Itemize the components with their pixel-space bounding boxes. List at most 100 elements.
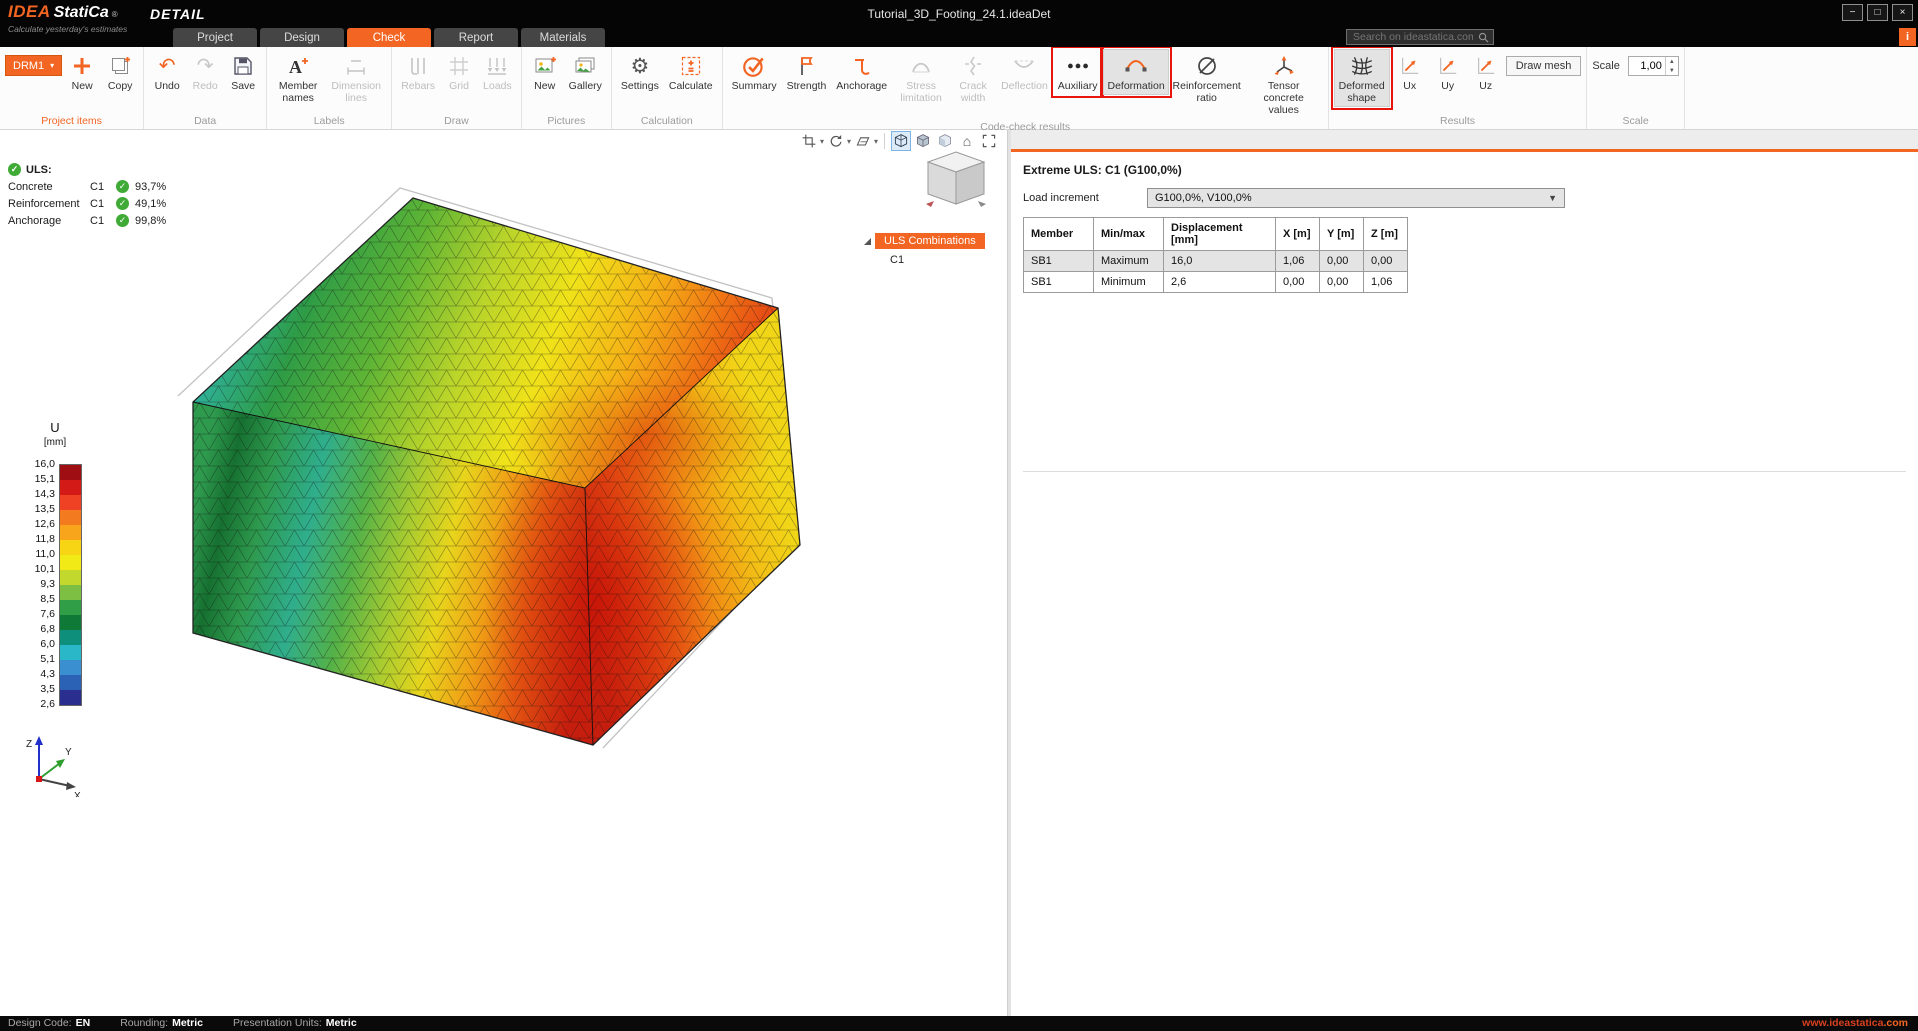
crack-width-button[interactable]: Crack width <box>951 49 995 107</box>
legend-tick-label: 15,1 <box>28 472 55 487</box>
tab-project[interactable]: Project <box>173 28 257 47</box>
uy-button[interactable]: Uy <box>1430 49 1466 95</box>
ribbon-group-label: Code-check results <box>728 119 1323 135</box>
dimension-lines-button[interactable]: Dimension lines <box>326 49 386 107</box>
combination-group-selected[interactable]: ULS Combinations <box>875 233 985 249</box>
scale-label: Scale <box>1592 56 1620 76</box>
deformed-footing-model[interactable] <box>0 130 1007 1016</box>
button-label: Crack width <box>955 80 991 104</box>
scale-stepper[interactable]: ▲ ▼ <box>1628 56 1679 76</box>
ribbon-group-label: Project items <box>5 113 138 129</box>
table-row[interactable]: SB1 Minimum 2,6 0,00 0,00 1,06 <box>1024 272 1408 293</box>
tab-check[interactable]: Check <box>347 28 431 47</box>
save-button[interactable]: Save <box>225 49 261 95</box>
check-ok-icon: ✓ <box>116 180 129 193</box>
deformation-button[interactable]: Deformation <box>1103 49 1168 95</box>
button-label: Gallery <box>569 80 602 92</box>
website-link[interactable]: www.ideastatica.com <box>1802 1016 1908 1031</box>
grid-icon <box>446 53 472 79</box>
undo-button[interactable]: ↶ Undo <box>149 49 185 95</box>
search-box[interactable] <box>1346 29 1494 45</box>
uy-arrow-icon <box>1435 53 1461 79</box>
info-button[interactable]: i <box>1899 28 1916 46</box>
tab-design[interactable]: Design <box>260 28 344 47</box>
button-label: Anchorage <box>836 80 887 92</box>
table-header-row: Member Min/max Displacement [mm] X [m] Y… <box>1024 218 1408 251</box>
strength-button[interactable]: Strength <box>783 49 831 95</box>
uz-button[interactable]: Uz <box>1468 49 1504 95</box>
fe-mesh-overlay <box>193 198 800 745</box>
member-names-button[interactable]: A Member names <box>272 49 324 107</box>
load-increment-dropdown[interactable]: G100,0%, V100,0% ▼ <box>1147 188 1565 208</box>
button-label: Save <box>231 80 255 92</box>
cube-axis-arrow <box>926 201 934 207</box>
new-picture-button[interactable]: New <box>527 49 563 95</box>
legend-bar <box>59 464 82 706</box>
deflection-button[interactable]: Deflection <box>997 49 1052 95</box>
summary-button[interactable]: Summary <box>728 49 781 95</box>
button-label: Tensor concrete values <box>1249 80 1319 116</box>
cell-minmax: Maximum <box>1094 251 1164 272</box>
combination-item-c1[interactable]: C1 <box>890 254 985 266</box>
button-label: Auxiliary <box>1058 80 1098 92</box>
redo-button[interactable]: ↷ Redo <box>187 49 223 95</box>
spin-down-icon[interactable]: ▼ <box>1666 66 1678 75</box>
spin-up-icon[interactable]: ▲ <box>1666 57 1678 66</box>
ribbon-group-label: Data <box>149 113 261 129</box>
rebars-button[interactable]: Rebars <box>397 49 439 95</box>
button-label: Copy <box>108 80 133 92</box>
maximize-button[interactable]: □ <box>1867 4 1888 21</box>
copy-project-item-button[interactable]: Copy <box>102 49 138 95</box>
chevron-down-icon[interactable]: ▾ <box>820 137 824 146</box>
button-label: Uy <box>1441 80 1454 92</box>
button-label: Redo <box>193 80 218 92</box>
minimize-button[interactable]: − <box>1842 4 1863 21</box>
table-row[interactable]: SB1 Maximum 16,0 1,06 0,00 0,00 <box>1024 251 1408 272</box>
axis-x-label: X <box>74 791 81 797</box>
cell-displacement: 2,6 <box>1164 272 1276 293</box>
auxiliary-button[interactable]: Auxiliary <box>1054 49 1102 95</box>
ribbon-group-calculation: ⚙ Settings Calculate Calculation <box>612 47 723 129</box>
tab-materials[interactable]: Materials <box>521 28 605 47</box>
close-button[interactable]: × <box>1892 4 1913 21</box>
loads-button[interactable]: Loads <box>479 49 516 95</box>
new-picture-icon <box>532 53 558 79</box>
tree-expander-icon[interactable] <box>864 238 871 245</box>
deformed-shape-button[interactable]: Deformed shape <box>1334 49 1390 107</box>
tab-report[interactable]: Report <box>434 28 518 47</box>
stress-limitation-button[interactable]: Stress limitation <box>893 49 949 107</box>
maximize-icon: □ <box>1874 7 1880 18</box>
ux-button[interactable]: Ux <box>1392 49 1428 95</box>
anchorage-hook-icon <box>849 53 875 79</box>
button-label: Dimension lines <box>330 80 382 104</box>
grid-button[interactable]: Grid <box>441 49 477 95</box>
strength-flag-icon <box>793 53 819 79</box>
col-header-minmax: Min/max <box>1094 218 1164 251</box>
gallery-button[interactable]: Gallery <box>565 49 606 95</box>
ribbon-group-pictures: New Gallery Pictures <box>522 47 612 129</box>
model-viewport[interactable]: ▾ ▾ ▾ ⌂ ✓ ULS: Concrete C1 ✓ 93,7% <box>0 130 1007 1016</box>
reinforcement-ratio-button[interactable]: Reinforcement ratio <box>1171 49 1243 107</box>
new-project-item-button[interactable]: New <box>64 49 100 95</box>
calculate-button[interactable]: Calculate <box>665 49 717 95</box>
chevron-down-icon[interactable]: ▾ <box>847 137 851 146</box>
anchorage-button[interactable]: Anchorage <box>832 49 891 95</box>
chevron-down-icon[interactable]: ▾ <box>874 137 878 146</box>
result-color-legend: U [mm] 16,015,114,313,512,611,811,010,19… <box>28 420 82 719</box>
crack-width-icon <box>960 53 986 79</box>
navigation-cube[interactable] <box>920 146 992 214</box>
status-value: EN <box>76 1016 91 1031</box>
website-suffix: .com <box>1883 1017 1908 1029</box>
tensor-concrete-values-button[interactable]: Tensor concrete values <box>1245 49 1323 119</box>
status-label: Design Code: <box>8 1016 72 1031</box>
project-item-selector[interactable]: DRM1 ▾ <box>5 55 62 76</box>
cell-x: 1,06 <box>1276 251 1320 272</box>
settings-button[interactable]: ⚙ Settings <box>617 49 663 95</box>
load-increment-label: Load increment <box>1023 192 1147 204</box>
project-item-selector-label: DRM1 <box>13 60 44 72</box>
button-label: Member names <box>276 80 320 104</box>
scale-input[interactable] <box>1629 57 1665 75</box>
axis-y-label: Y <box>65 747 72 758</box>
search-input[interactable] <box>1351 30 1475 44</box>
draw-mesh-toggle[interactable]: Draw mesh <box>1506 56 1582 76</box>
